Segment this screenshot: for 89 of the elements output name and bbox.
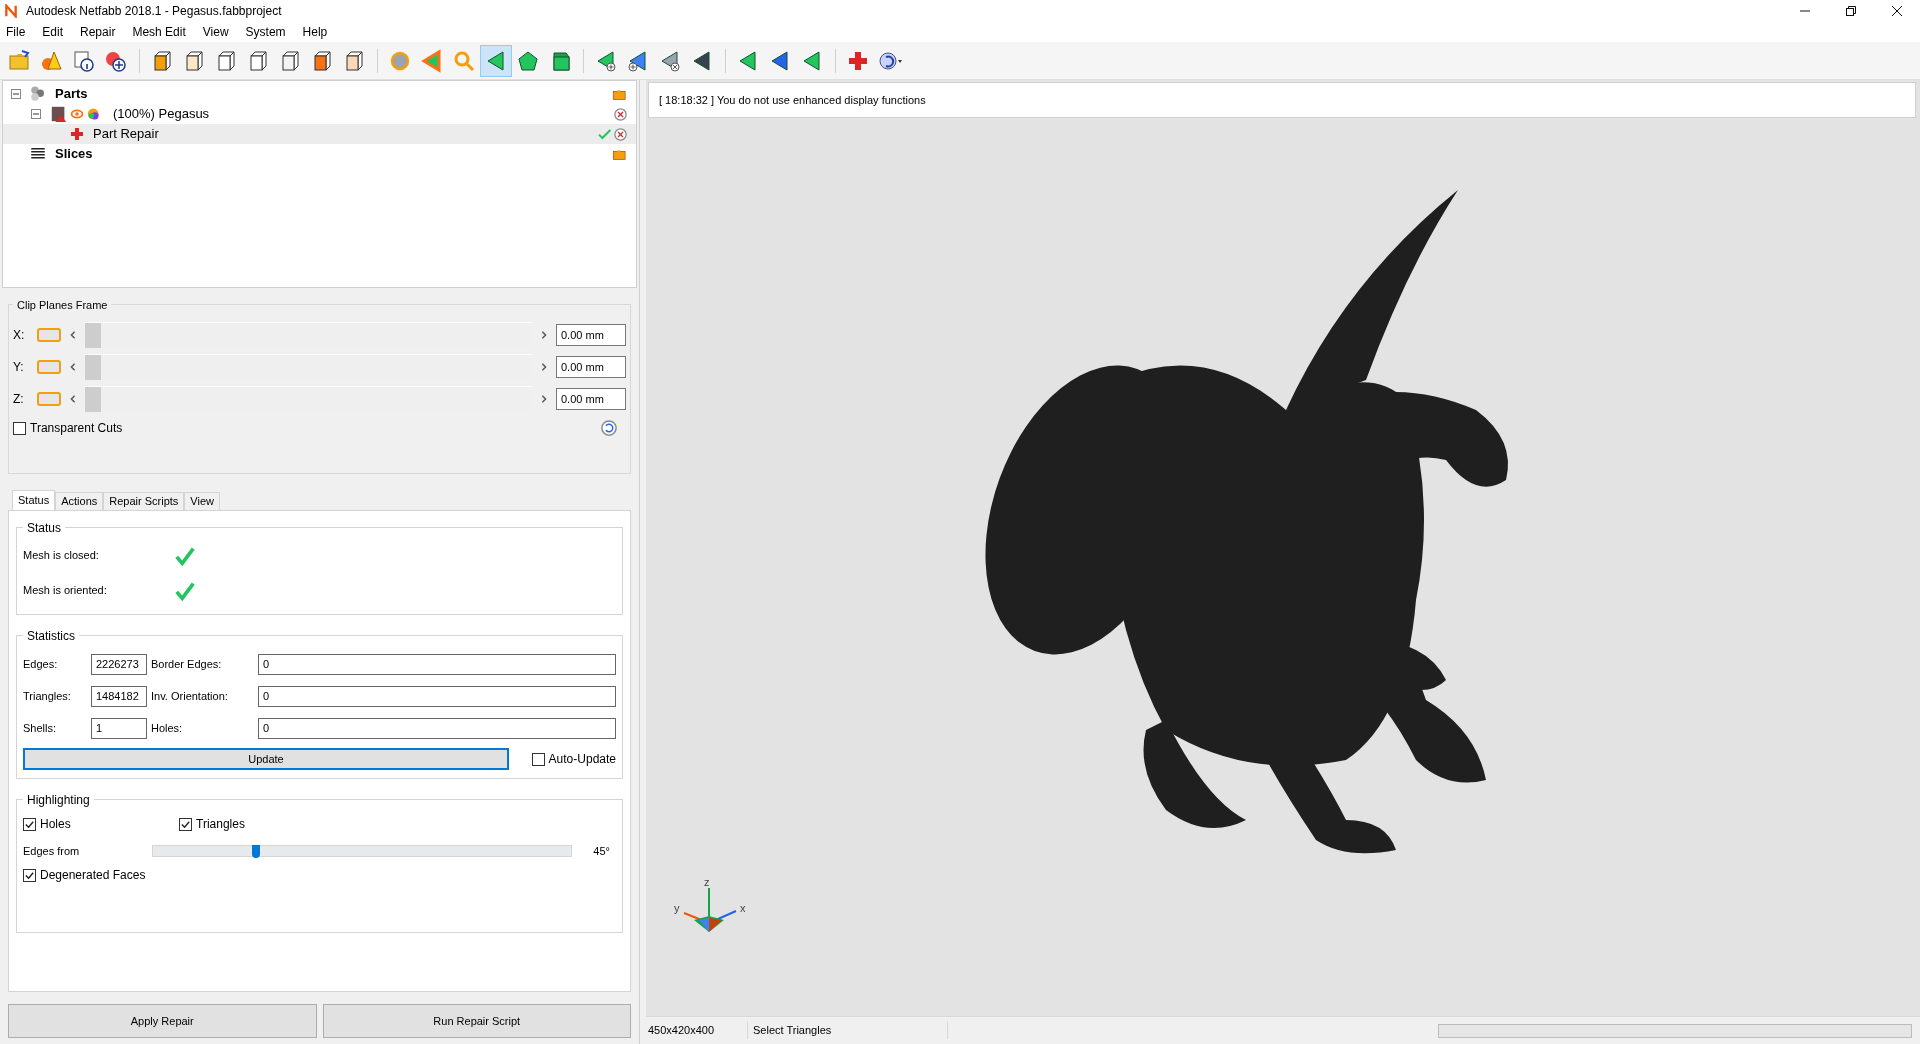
axis-label: z xyxy=(704,875,710,890)
tree-item[interactable]: Part Repair xyxy=(3,124,636,144)
stat-label: Shells: xyxy=(23,720,58,736)
slider-thumb[interactable] xyxy=(85,387,101,412)
clip-toggle[interactable] xyxy=(37,328,61,342)
tree-label: Slices xyxy=(55,145,93,164)
edges-slider[interactable] xyxy=(152,845,572,857)
slider-label: Edges from xyxy=(23,843,81,859)
tree-label: Part Repair xyxy=(93,125,159,144)
status-label: Mesh is oriented: xyxy=(23,583,108,599)
window-title: Autodesk Netfabb 2018.1 - Pegasus.fabbproject xyxy=(26,3,282,20)
clip-toggle[interactable] xyxy=(37,392,61,406)
axis-label: y xyxy=(674,901,680,916)
tree-item[interactable]: (100%) Pegasus xyxy=(3,104,636,124)
status-size: 450x420x400 xyxy=(646,1022,748,1039)
tick-icon xyxy=(24,818,35,830)
checkbox[interactable]: Triangles xyxy=(179,815,245,833)
reset-icon xyxy=(600,419,618,437)
tab[interactable]: Repair Scripts xyxy=(103,492,185,510)
viewport[interactable]: [ 18:18:32 ] You do not use enhanced display functions z y x xyxy=(646,80,1920,1016)
menu-item[interactable]: File xyxy=(4,23,28,41)
checkbox[interactable]: Auto-Update xyxy=(531,750,616,768)
tab[interactable]: Status xyxy=(12,490,56,510)
tab[interactable]: Actions xyxy=(55,492,104,510)
menu-item[interactable]: Mesh Edit xyxy=(130,23,188,41)
stat-field[interactable]: 0 xyxy=(258,717,616,739)
tick-icon xyxy=(180,818,191,830)
clip-value-field[interactable]: 0.00 mm xyxy=(556,356,626,378)
collapse-icon xyxy=(31,109,41,119)
clip-value-field[interactable]: 0.00 mm xyxy=(556,388,626,410)
close-icon xyxy=(613,126,628,142)
stat-label: Holes: xyxy=(150,720,184,736)
menu-item[interactable]: Repair xyxy=(78,23,118,41)
slider-reading: 45° xyxy=(593,843,611,859)
stat-field[interactable]: 1484182 xyxy=(91,685,147,707)
log-message: [ 18:18:32 ] You do not use enhanced display functions xyxy=(659,92,926,108)
tree-label: (100%) Pegasus xyxy=(113,105,210,124)
action-button[interactable]: Run Repair Script xyxy=(322,1004,631,1038)
menu-item[interactable]: Edit xyxy=(40,23,66,41)
app-logo-icon xyxy=(4,4,18,18)
tree-label: Parts xyxy=(55,85,88,104)
stat-label: Edges: xyxy=(23,656,59,672)
stat-label: Border Edges: xyxy=(150,656,223,672)
close-icon xyxy=(1892,6,1902,16)
stat-field[interactable]: 0 xyxy=(258,653,616,675)
axis-label: x xyxy=(740,901,746,916)
restore-icon xyxy=(1846,6,1856,16)
tab[interactable]: View xyxy=(184,492,220,510)
chevron-left-icon xyxy=(69,363,77,371)
repair-icon xyxy=(69,126,85,142)
slider-thumb[interactable] xyxy=(252,845,261,858)
stat-field[interactable]: 2226273 xyxy=(91,653,147,675)
axis-label: X: xyxy=(13,327,26,344)
status-mode: Select Triangles xyxy=(748,1022,948,1039)
folder-icon xyxy=(8,48,32,73)
chevron-right-icon xyxy=(540,363,548,371)
clip-toggle[interactable] xyxy=(37,360,61,374)
action-button[interactable]: Apply Repair xyxy=(8,1004,317,1038)
slider-thumb[interactable] xyxy=(85,323,101,348)
tree-item[interactable]: Slices xyxy=(3,144,636,164)
menu-item[interactable]: System xyxy=(243,23,288,41)
clip-value-field[interactable]: 0.00 mm xyxy=(556,324,626,346)
status-label: Mesh is closed: xyxy=(23,548,100,564)
check-icon xyxy=(597,126,613,142)
stat-label: Triangles: xyxy=(23,688,72,704)
chevron-left-icon xyxy=(69,395,77,403)
axis-label: Y: xyxy=(13,359,25,376)
axis-label: Z: xyxy=(13,391,25,408)
stat-field[interactable]: 1 xyxy=(91,717,147,739)
info-icon xyxy=(72,48,96,73)
menu-item[interactable]: Help xyxy=(300,23,330,41)
chevron-right-icon xyxy=(540,331,548,339)
update-button[interactable]: Update xyxy=(23,748,509,770)
close-icon xyxy=(613,106,628,122)
stat-field[interactable]: 0 xyxy=(258,685,616,707)
slider-thumb[interactable] xyxy=(85,355,101,380)
chevron-left-icon xyxy=(69,331,77,339)
chevron-right-icon xyxy=(540,395,548,403)
toolbar-button[interactable] xyxy=(480,44,512,77)
stat-label: Inv. Orientation: xyxy=(150,688,229,704)
triangle-icon xyxy=(420,48,444,73)
spheres-icon xyxy=(29,85,47,103)
checkbox[interactable]: Degenerated Faces xyxy=(23,866,616,884)
tick-icon xyxy=(24,869,35,881)
collapse-icon xyxy=(11,89,21,99)
checkbox[interactable]: Transparent Cuts xyxy=(13,419,123,437)
tree-item[interactable]: Parts xyxy=(3,84,636,104)
menu-item[interactable]: View xyxy=(200,23,231,41)
checkbox[interactable]: Holes xyxy=(23,815,179,833)
